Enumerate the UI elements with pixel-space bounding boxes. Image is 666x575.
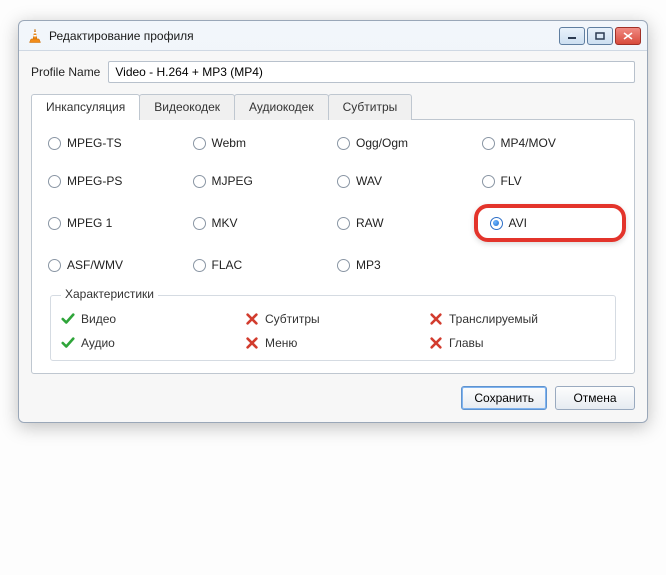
radio-label: MKV — [212, 216, 238, 230]
feature-label: Видео — [81, 312, 116, 326]
tab-encapsulation[interactable]: Инкапсуляция — [31, 94, 140, 120]
titlebar: Редактирование профиля — [19, 21, 647, 51]
radio-label: Ogg/Ogm — [356, 136, 408, 150]
encap-option-mpeg1[interactable]: MPEG 1 — [48, 212, 185, 234]
features-box: Характеристики Видео Субтитры Транслируемы… — [50, 288, 616, 361]
cross-icon — [245, 336, 259, 350]
tabs-strip: ИнкапсуляцияВидеокодекАудиокодекСубтитры — [31, 94, 635, 120]
tab-subtitles[interactable]: Субтитры — [328, 94, 413, 120]
feature-subtitles: Субтитры — [245, 312, 421, 326]
cross-icon — [245, 312, 259, 326]
radio-mjpeg[interactable] — [193, 175, 206, 188]
radio-mpeg-ps[interactable] — [48, 175, 61, 188]
feature-menu: Меню — [245, 336, 421, 350]
feature-label: Транслируемый — [449, 312, 538, 326]
radio-label: FLV — [501, 174, 522, 188]
encap-option-flac[interactable]: FLAC — [193, 258, 330, 272]
radio-flac[interactable] — [193, 259, 206, 272]
minimize-button[interactable] — [559, 27, 585, 45]
profile-name-label: Profile Name — [31, 65, 100, 79]
radio-mp4[interactable] — [482, 137, 495, 150]
features-title: Характеристики — [61, 287, 158, 301]
radio-label: MPEG 1 — [67, 216, 112, 230]
encap-option-mp4[interactable]: MP4/MOV — [482, 136, 619, 150]
profile-name-input[interactable] — [108, 61, 635, 83]
encapsulation-panel: MPEG-TS Webm Ogg/Ogm MP4/MOV MPEG-PS MJPEG WAV… — [31, 119, 635, 374]
radio-label: FLAC — [212, 258, 243, 272]
radio-label: ASF/WMV — [67, 258, 123, 272]
encap-option-mpeg-ps[interactable]: MPEG-PS — [48, 174, 185, 188]
profile-edit-window: Редактирование профиля Profile Name Инка… — [18, 20, 648, 423]
features-grid: Видео Субтитры Транслируемый Аудио Меню Главы — [61, 312, 605, 350]
feature-chapters: Главы — [429, 336, 605, 350]
window-title: Редактирование профиля — [49, 29, 559, 43]
radio-label: Webm — [212, 136, 246, 150]
feature-video: Видео — [61, 312, 237, 326]
radio-label: MP3 — [356, 258, 381, 272]
radio-label: AVI — [509, 216, 527, 230]
radio-label: MPEG-PS — [67, 174, 122, 188]
encap-option-ogg[interactable]: Ogg/Ogm — [337, 136, 474, 150]
radio-wav[interactable] — [337, 175, 350, 188]
radio-label: WAV — [356, 174, 382, 188]
vlc-icon — [27, 28, 43, 44]
check-icon — [61, 336, 75, 350]
radio-mp3[interactable] — [337, 259, 350, 272]
profile-name-row: Profile Name — [31, 61, 635, 83]
feature-label: Меню — [265, 336, 297, 350]
tab-videocodec[interactable]: Видеокодек — [139, 94, 235, 120]
radio-label: RAW — [356, 216, 384, 230]
encap-option-mp3[interactable]: MP3 — [337, 258, 474, 272]
save-button[interactable]: Сохранить — [461, 386, 547, 410]
encap-option-webm[interactable]: Webm — [193, 136, 330, 150]
radio-mpeg-ts[interactable] — [48, 137, 61, 150]
radio-mpeg1[interactable] — [48, 217, 61, 230]
radio-raw[interactable] — [337, 217, 350, 230]
feature-label: Главы — [449, 336, 484, 350]
cancel-button[interactable]: Отмена — [555, 386, 635, 410]
radio-webm[interactable] — [193, 137, 206, 150]
window-content: Profile Name ИнкапсуляцияВидеокодекАудио… — [19, 51, 647, 422]
radio-avi[interactable] — [490, 217, 503, 230]
tab-audiocodec[interactable]: Аудиокодек — [234, 94, 329, 120]
encap-option-avi[interactable]: AVI — [474, 204, 627, 242]
encap-option-mkv[interactable]: MKV — [193, 212, 330, 234]
cross-icon — [429, 312, 443, 326]
encapsulation-options: MPEG-TS Webm Ogg/Ogm MP4/MOV MPEG-PS MJPEG WAV… — [48, 136, 618, 272]
encap-option-raw[interactable]: RAW — [337, 212, 474, 234]
dialog-buttons: Сохранить Отмена — [31, 386, 635, 410]
radio-label: MPEG-TS — [67, 136, 122, 150]
radio-ogg[interactable] — [337, 137, 350, 150]
feature-audio: Аудио — [61, 336, 237, 350]
window-buttons — [559, 27, 641, 45]
close-button[interactable] — [615, 27, 641, 45]
feature-label: Субтитры — [265, 312, 320, 326]
encap-option-flv[interactable]: FLV — [482, 174, 619, 188]
radio-label: MJPEG — [212, 174, 253, 188]
radio-asf[interactable] — [48, 259, 61, 272]
radio-label: MP4/MOV — [501, 136, 556, 150]
encap-option-mjpeg[interactable]: MJPEG — [193, 174, 330, 188]
check-icon — [61, 312, 75, 326]
maximize-button[interactable] — [587, 27, 613, 45]
encap-option-asf[interactable]: ASF/WMV — [48, 258, 185, 272]
feature-streamable: Транслируемый — [429, 312, 605, 326]
cross-icon — [429, 336, 443, 350]
feature-label: Аудио — [81, 336, 115, 350]
radio-mkv[interactable] — [193, 217, 206, 230]
encap-option-wav[interactable]: WAV — [337, 174, 474, 188]
radio-flv[interactable] — [482, 175, 495, 188]
encap-option-mpeg-ts[interactable]: MPEG-TS — [48, 136, 185, 150]
